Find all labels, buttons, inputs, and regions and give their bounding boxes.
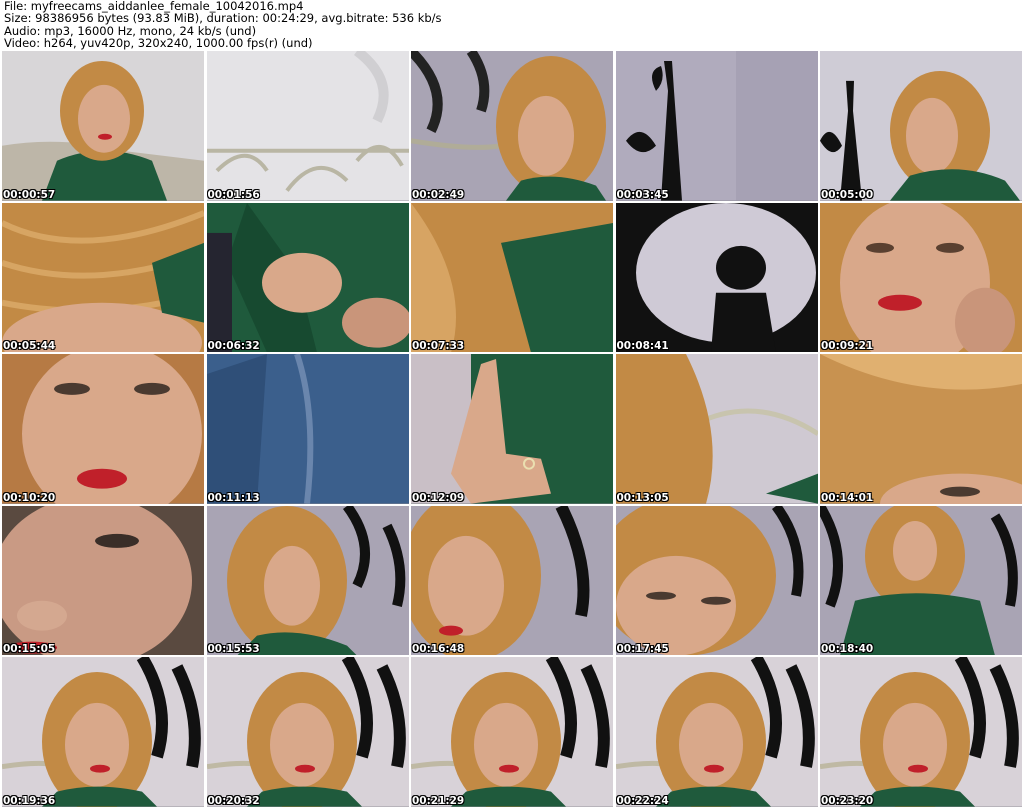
video-thumbnail: 00:16:48 bbox=[411, 505, 613, 656]
video-thumbnail: 00:18:40 bbox=[820, 505, 1022, 656]
video-thumbnail: 00:19:36 bbox=[2, 657, 204, 807]
video-thumbnail: 00:02:49 bbox=[411, 51, 613, 201]
video-thumbnail: 00:05:44 bbox=[2, 202, 204, 353]
thumbnail-frame-image bbox=[615, 505, 818, 656]
thumbnail-frame-image bbox=[615, 51, 818, 201]
video-thumbnail: 00:13:05 bbox=[615, 354, 818, 504]
thumbnail-timestamp: 00:03:45 bbox=[616, 188, 669, 201]
thumbnail-timestamp: 00:19:36 bbox=[3, 794, 56, 807]
video-thumbnail: 00:17:45 bbox=[615, 505, 818, 656]
thumbnail-timestamp: 00:05:00 bbox=[821, 188, 874, 201]
thumbnail-timestamp: 00:05:44 bbox=[3, 340, 56, 353]
thumbnail-timestamp: 00:18:40 bbox=[821, 643, 874, 656]
thumbnail-frame-image bbox=[411, 354, 613, 504]
thumbnail-frame-image bbox=[820, 505, 1022, 656]
thumbnail-timestamp: 00:02:49 bbox=[412, 188, 465, 201]
thumbnail-timestamp: 00:11:13 bbox=[207, 491, 260, 504]
thumbnail-frame-image bbox=[615, 202, 818, 353]
thumbnail-timestamp: 00:10:20 bbox=[3, 491, 56, 504]
thumbnail-timestamp: 00:15:05 bbox=[3, 643, 56, 656]
thumbnail-timestamp: 00:01:56 bbox=[207, 188, 260, 201]
thumbnail-frame-image bbox=[2, 202, 204, 353]
thumbnail-timestamp: 00:22:24 bbox=[616, 794, 669, 807]
video-thumbnail: 00:03:45 bbox=[615, 51, 818, 201]
thumbnail-timestamp: 00:12:09 bbox=[412, 491, 465, 504]
size-line: Size: 98386956 bytes (93.83 MiB), durati… bbox=[4, 11, 442, 26]
thumbnail-timestamp: 00:08:41 bbox=[616, 340, 669, 353]
thumbnail-timestamp: 00:16:48 bbox=[412, 643, 465, 656]
video-thumbnail: 00:08:41 bbox=[615, 202, 818, 353]
video-line: Video: h264, yuv420p, 320x240, 1000.00 f… bbox=[4, 36, 313, 51]
thumbnail-frame-image bbox=[411, 51, 613, 201]
video-thumbnail: 00:05:00 bbox=[820, 51, 1022, 201]
thumbnail-frame-image bbox=[2, 657, 204, 807]
thumbnail-timestamp: 00:00:57 bbox=[3, 188, 56, 201]
video-thumbnail: 00:15:05 bbox=[2, 505, 204, 656]
thumbnail-frame-image bbox=[206, 354, 409, 504]
file-info-header: File: myfreecams_aiddanlee_female_100420… bbox=[4, 0, 1020, 50]
thumbnail-timestamp: 00:20:32 bbox=[207, 794, 260, 807]
video-thumbnail: 00:01:56 bbox=[206, 51, 409, 201]
thumbnail-frame-image bbox=[820, 354, 1022, 504]
video-thumbnail: 00:09:21 bbox=[820, 202, 1022, 353]
thumbnail-frame-image bbox=[2, 354, 204, 504]
thumbnail-timestamp: 00:14:01 bbox=[821, 491, 874, 504]
video-thumbnail: 00:21:29 bbox=[411, 657, 613, 807]
video-thumbnail: 00:14:01 bbox=[820, 354, 1022, 504]
thumbnail-frame-image bbox=[2, 51, 204, 201]
thumbnail-frame-image bbox=[206, 51, 409, 201]
video-thumbnail: 00:07:33 bbox=[411, 202, 613, 353]
thumbnail-grid: 00:00:57 00:01:56 00:02:49 00:03:45 00:05:00… bbox=[2, 51, 1022, 809]
thumbnail-frame-image bbox=[820, 657, 1022, 807]
thumbnail-frame-image bbox=[820, 202, 1022, 353]
thumbnail-timestamp: 00:23:20 bbox=[821, 794, 874, 807]
thumbnail-frame-image bbox=[615, 354, 818, 504]
video-thumbnail: 00:22:24 bbox=[615, 657, 818, 807]
thumbnail-timestamp: 00:21:29 bbox=[412, 794, 465, 807]
thumbnail-frame-image bbox=[2, 505, 204, 656]
thumbnail-frame-image bbox=[411, 657, 613, 807]
thumbnail-timestamp: 00:15:53 bbox=[207, 643, 260, 656]
thumbnail-frame-image bbox=[206, 202, 409, 353]
thumbnail-frame-image bbox=[411, 505, 613, 656]
video-thumbnail: 00:06:32 bbox=[206, 202, 409, 353]
thumbnail-timestamp: 00:07:33 bbox=[412, 340, 465, 353]
thumbnail-timestamp: 00:17:45 bbox=[616, 643, 669, 656]
video-thumbnail: 00:20:32 bbox=[206, 657, 409, 807]
thumbnail-frame-image bbox=[820, 51, 1022, 201]
thumbnail-timestamp: 00:13:05 bbox=[616, 491, 669, 504]
thumbnail-frame-image bbox=[411, 202, 613, 353]
video-thumbnail: 00:15:53 bbox=[206, 505, 409, 656]
video-thumbnail: 00:23:20 bbox=[820, 657, 1022, 807]
thumbnail-timestamp: 00:09:21 bbox=[821, 340, 874, 353]
thumbnail-timestamp: 00:06:32 bbox=[207, 340, 260, 353]
video-thumbnail: 00:10:20 bbox=[2, 354, 204, 504]
video-thumbnail: 00:00:57 bbox=[2, 51, 204, 201]
thumbnail-frame-image bbox=[206, 505, 409, 656]
thumbnail-frame-image bbox=[206, 657, 409, 807]
thumbnail-frame-image bbox=[615, 657, 818, 807]
video-thumbnail: 00:11:13 bbox=[206, 354, 409, 504]
video-thumbnail: 00:12:09 bbox=[411, 354, 613, 504]
